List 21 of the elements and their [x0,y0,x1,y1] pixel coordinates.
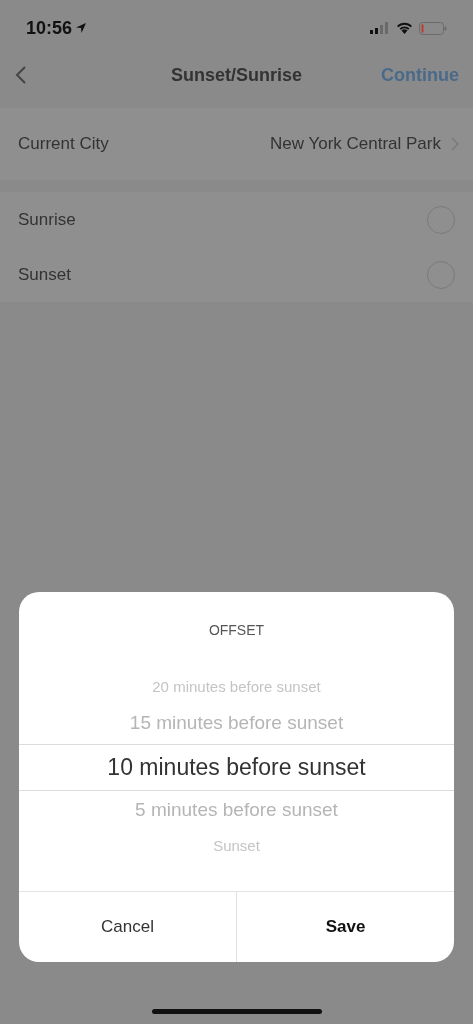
city-label: Current City [18,133,109,156]
picker-option[interactable]: 10 minutes before sunset [107,749,366,785]
status-time: 10:56 [26,16,73,40]
chevron-right-icon [451,137,459,151]
picker-option[interactable]: 15 minutes before sunset [129,709,344,738]
screen-title: Sunset/Sunrise [171,63,302,87]
back-icon[interactable] [14,65,28,85]
battery-icon [419,21,447,35]
option-row[interactable]: Sunset [0,247,473,302]
picker-option[interactable]: 5 minutes before sunset [135,796,338,825]
sheet-title: OFFSET [208,621,265,640]
signal-icon [370,22,390,34]
city-row[interactable]: Current City New York Central Park [0,108,473,180]
wifi-icon [396,22,413,34]
city-value: New York Central Park [269,133,441,156]
location-arrow-icon [75,22,88,34]
save-button[interactable]: Save [236,892,454,962]
option-label: Sunrise [18,208,76,231]
option-label: Sunset [18,263,71,286]
option-row[interactable]: Sunrise [0,192,473,247]
cancel-button[interactable]: Cancel [19,892,236,962]
